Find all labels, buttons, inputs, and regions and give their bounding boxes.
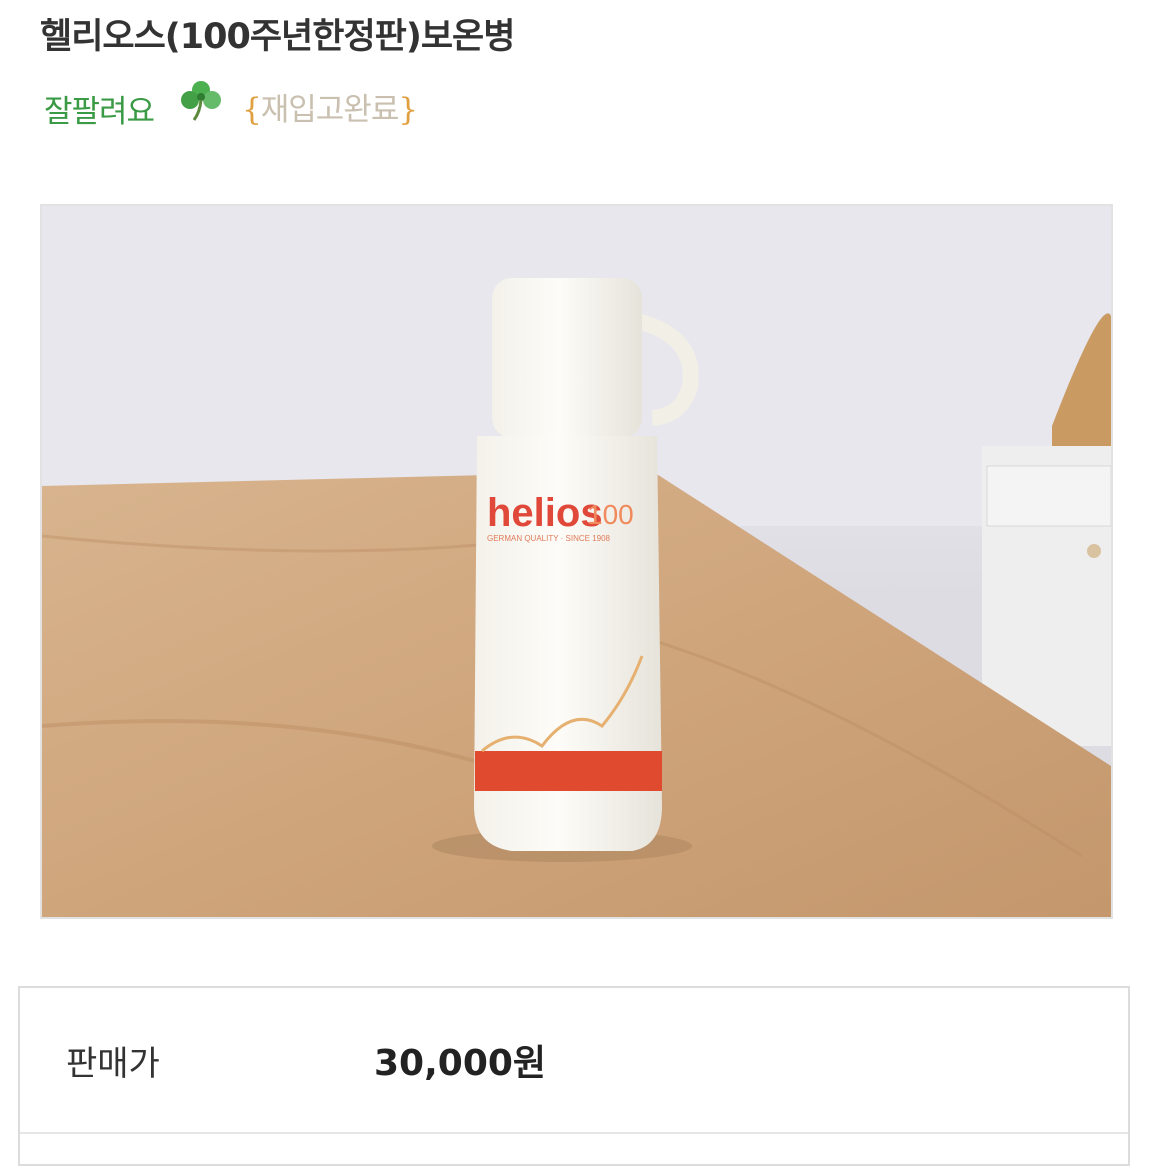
bestseller-badge: 잘팔려요 [44, 94, 155, 130]
price-panel: 판매가 30,000원 [18, 986, 1130, 1166]
restocked-badge-label: 재입고완료 [260, 92, 400, 128]
product-photo[interactable]: helios 100 GERMAN QUALITY · SINCE 1908 [40, 204, 1113, 919]
product-badges: 잘팔려요 {재입고완료} [44, 78, 484, 138]
price-value: 30,000원 [374, 1043, 547, 1084]
price-label: 판매가 [66, 1044, 160, 1084]
product-title: 헬리오스(100주년한정판)보온병 [40, 17, 515, 57]
restocked-badge: {재입고완료} [242, 84, 418, 129]
badge-brace-open: { [242, 92, 262, 128]
photo-edition-mark: 100 [587, 499, 634, 530]
photo-tagline: GERMAN QUALITY · SINCE 1908 [487, 534, 611, 543]
badge-brace-close: } [398, 92, 418, 128]
thermos-photo-illustration: helios 100 GERMAN QUALITY · SINCE 1908 [42, 206, 1111, 917]
clover-icon [181, 81, 221, 121]
photo-brand-logo: helios [487, 491, 603, 535]
price-row: 판매가 30,000원 [20, 988, 1128, 1134]
